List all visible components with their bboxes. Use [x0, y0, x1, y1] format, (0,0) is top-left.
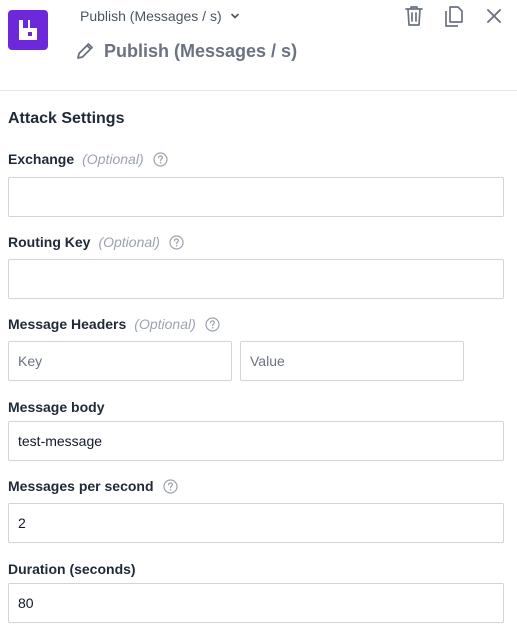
routing-key-input[interactable]: [8, 259, 504, 299]
message-headers-label-text: Message Headers: [8, 316, 127, 332]
header-key-input[interactable]: [8, 341, 232, 381]
header-value-input[interactable]: [240, 341, 464, 381]
messages-per-second-label: Messages per second: [8, 478, 178, 494]
message-body-label-text: Message body: [8, 399, 105, 415]
duration-label-text: Duration (seconds): [8, 561, 136, 577]
panel-header: Publish (Messages / s) Publish (Messages…: [0, 0, 517, 91]
duration-label: Duration (seconds): [8, 561, 136, 577]
step-selector-label: Publish (Messages / s): [80, 8, 222, 24]
routing-key-label-text: Routing Key: [8, 234, 91, 250]
copy-icon: [443, 4, 465, 28]
optional-tag: (Optional): [134, 316, 196, 332]
message-body-label: Message body: [8, 399, 104, 415]
help-icon[interactable]: [153, 151, 168, 167]
help-icon[interactable]: [205, 316, 220, 332]
close-icon: [486, 8, 502, 24]
optional-tag: (Optional): [98, 234, 160, 250]
exchange-label-text: Exchange: [8, 151, 75, 167]
exchange-label: Exchange (Optional): [8, 151, 168, 167]
close-button[interactable]: [477, 2, 511, 30]
exchange-input[interactable]: [8, 177, 504, 217]
step-selector-dropdown[interactable]: Publish (Messages / s): [80, 8, 240, 24]
delete-button[interactable]: [397, 2, 431, 30]
help-icon[interactable]: [162, 478, 178, 494]
rabbitmq-logo-icon: [8, 10, 48, 50]
duration-input[interactable]: [8, 583, 504, 623]
page-title: Publish (Messages / s): [104, 40, 298, 61]
toolbar: [397, 2, 511, 30]
optional-tag: (Optional): [82, 151, 144, 167]
routing-key-label: Routing Key (Optional): [8, 234, 184, 250]
duplicate-button[interactable]: [437, 2, 471, 30]
trash-icon: [404, 5, 424, 27]
message-body-input[interactable]: [8, 421, 504, 461]
messages-per-second-input[interactable]: [8, 503, 504, 543]
section-title: Attack Settings: [8, 110, 125, 127]
message-headers-label: Message Headers (Optional): [8, 316, 220, 332]
title-row: Publish (Messages / s): [74, 40, 297, 62]
messages-per-second-label-text: Messages per second: [8, 478, 154, 494]
chevron-down-icon: [230, 11, 240, 21]
pencil-icon[interactable]: [74, 40, 96, 62]
help-icon[interactable]: [169, 234, 184, 250]
